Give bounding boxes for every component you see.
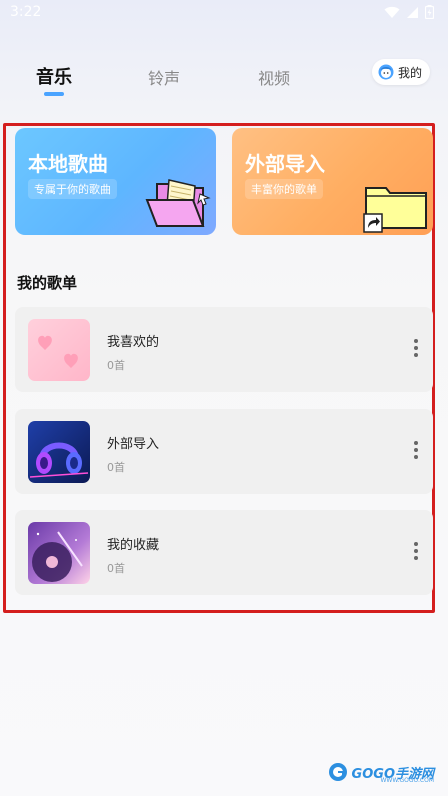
signal-icon xyxy=(407,6,418,18)
mine-button-label: 我的 xyxy=(397,65,422,80)
playlist-count: 0首 xyxy=(107,461,125,474)
more-options-icon[interactable] xyxy=(411,542,421,564)
import-subtitle: 丰富你的歌单 xyxy=(245,179,323,199)
status-icons xyxy=(384,5,434,19)
playlist-name: 我喜欢的 xyxy=(107,335,160,350)
headphones-cover xyxy=(28,421,90,483)
playlist-count: 0首 xyxy=(107,359,125,372)
watermark-logo-icon xyxy=(328,763,347,781)
wifi-icon xyxy=(384,6,400,18)
hearts-cover xyxy=(28,319,90,381)
more-options-icon[interactable] xyxy=(411,441,421,463)
playlist-item-collection[interactable]: 我的收藏 0首 xyxy=(15,510,433,595)
tab-video[interactable]: 视频 xyxy=(258,65,290,89)
watermark-subtext: WWW.GOGO.COM xyxy=(380,777,434,784)
playlist-name: 我的收藏 xyxy=(107,538,160,553)
local-songs-title: 本地歌曲 xyxy=(28,152,108,176)
import-card[interactable]: 外部导入 丰富你的歌单 xyxy=(232,128,433,235)
import-title: 外部导入 xyxy=(245,152,325,176)
mine-button[interactable]: 我的 xyxy=(371,59,430,85)
playlist-name: 外部导入 xyxy=(107,437,160,452)
local-songs-card[interactable]: 本地歌曲 专属于你的歌曲 xyxy=(15,128,216,235)
playlist-item-favorites[interactable]: 我喜欢的 0首 xyxy=(15,307,433,392)
local-songs-subtitle: 专属于你的歌曲 xyxy=(28,179,117,199)
watermark: GOGO手游网 WWW.GOGO.COM xyxy=(328,762,434,784)
tab-music[interactable]: 音乐 xyxy=(36,63,72,89)
open-folder-icon xyxy=(145,179,211,227)
folder-shortcut-icon xyxy=(363,187,427,233)
tab-ringtone[interactable]: 铃声 xyxy=(148,65,180,89)
my-playlists-title: 我的歌单 xyxy=(17,274,78,292)
more-options-icon[interactable] xyxy=(411,339,421,361)
status-bar: 3:22 xyxy=(0,0,448,26)
status-time: 3:22 xyxy=(10,4,42,20)
active-tab-indicator xyxy=(44,92,64,96)
vinyl-cover xyxy=(28,522,90,584)
playlist-count: 0首 xyxy=(107,562,125,575)
avatar-icon xyxy=(378,64,394,80)
battery-icon xyxy=(425,5,434,19)
playlist-item-imported[interactable]: 外部导入 0首 xyxy=(15,409,433,494)
